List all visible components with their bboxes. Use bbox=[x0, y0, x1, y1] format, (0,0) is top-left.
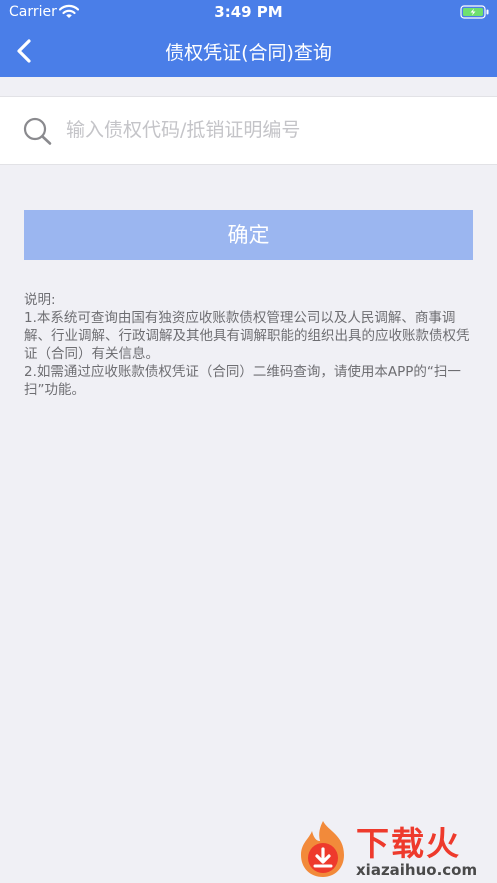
instructions-item-2: 2.如需通过应收账款债权凭证（合同）二维码查询，请使用本APP的“扫一扫”功能。 bbox=[24, 364, 461, 398]
search-input[interactable] bbox=[66, 111, 476, 149]
battery-icon bbox=[460, 5, 489, 19]
watermark-url: xiazaihuo.com bbox=[356, 861, 478, 879]
flame-logo-icon bbox=[301, 821, 344, 877]
confirm-button[interactable]: 确定 bbox=[24, 210, 473, 260]
watermark: 下载火 xiazaihuo.com bbox=[292, 817, 497, 883]
instructions-item-1: 1.本系统可查询由国有独资应收账款债权管理公司以及人民调解、商事调解、行业调解、… bbox=[24, 310, 470, 362]
watermark-title: 下载火 bbox=[356, 824, 461, 863]
search-icon bbox=[23, 117, 52, 145]
page-title: 债权凭证(合同)查询 bbox=[165, 42, 332, 64]
top-bar: Carrier 3:49 PM 债权凭证(合同)查询 bbox=[0, 0, 497, 77]
instructions-heading: 说明: bbox=[24, 292, 56, 308]
navigation-bar: 债权凭证(合同)查询 bbox=[0, 26, 497, 77]
instructions: 说明: 1.本系统可查询由国有独资应收账款债权管理公司以及人民调解、商事调解、行… bbox=[24, 291, 474, 399]
status-bar: Carrier 3:49 PM bbox=[0, 0, 497, 26]
status-time: 3:49 PM bbox=[214, 3, 283, 21]
search-bar bbox=[0, 96, 497, 165]
